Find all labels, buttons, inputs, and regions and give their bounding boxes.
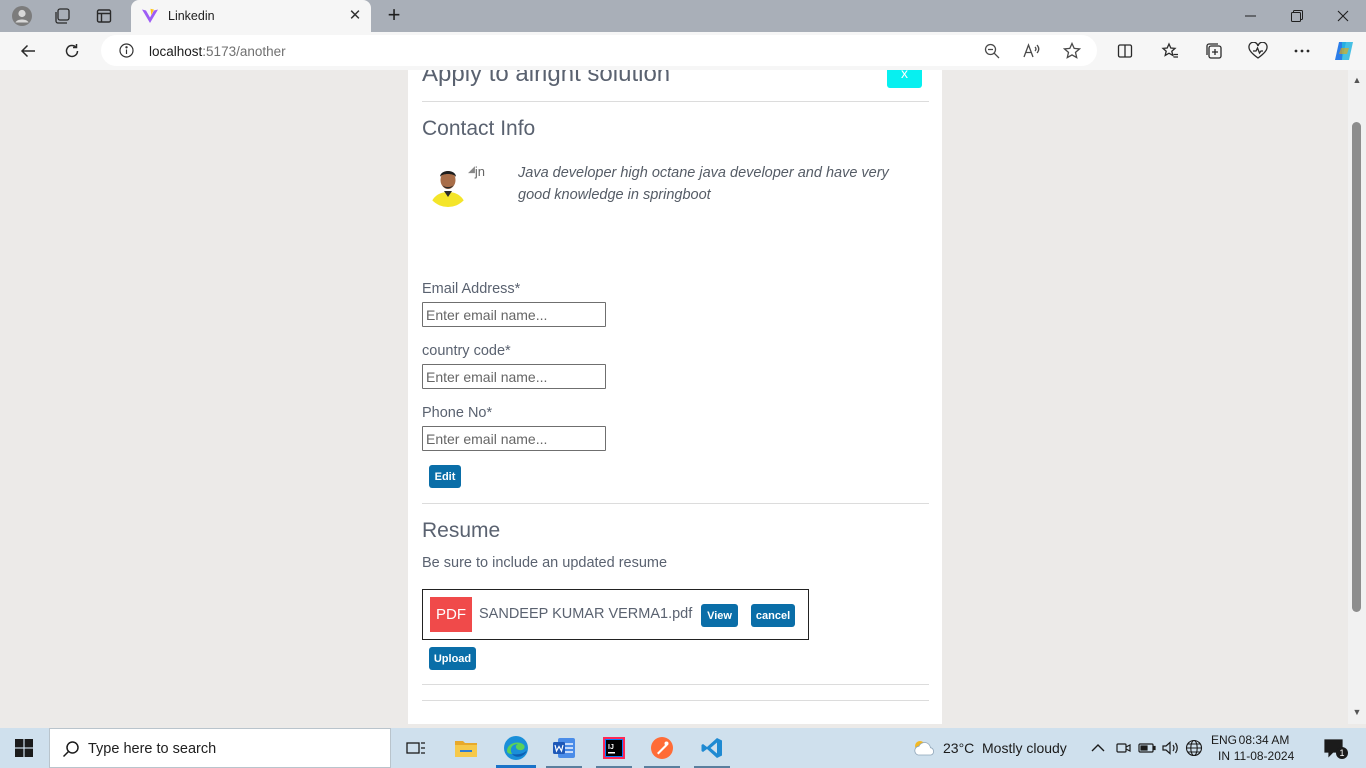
url-text: localhost:5173/another [149, 44, 286, 59]
divider [422, 700, 929, 701]
page-scrollbar[interactable]: ▲ ▼ [1348, 70, 1366, 724]
close-modal-button[interactable]: x [887, 70, 922, 88]
email-input[interactable] [422, 302, 606, 327]
resume-file-card: PDF SANDEEP KUMAR VERMA1.pdf View cancel [422, 589, 809, 640]
country-code-input[interactable] [422, 364, 606, 389]
volume-icon[interactable] [1160, 738, 1180, 758]
profile-avatar [426, 163, 470, 207]
edit-button[interactable]: Edit [429, 465, 461, 488]
minimize-icon[interactable] [1228, 0, 1274, 32]
tab-title: Linkedin [168, 9, 215, 23]
edge-browser-icon[interactable] [492, 728, 540, 768]
notification-count: 1 [1336, 747, 1348, 759]
restore-icon[interactable] [1274, 0, 1320, 32]
file-explorer-icon[interactable] [442, 728, 490, 768]
phone-input[interactable] [422, 426, 606, 451]
site-info-icon[interactable] [119, 43, 134, 58]
email-label: Email Address* [422, 281, 521, 297]
postman-icon[interactable] [638, 728, 686, 768]
favorite-star-icon[interactable] [1063, 42, 1081, 60]
modal-title: Apply to alright solution [422, 70, 671, 87]
divider [422, 684, 929, 685]
show-hidden-icons-chevron-icon[interactable] [1088, 738, 1108, 758]
broken-image-alt: ◢jn [468, 164, 486, 179]
url-path: :5173/another [202, 44, 286, 59]
browser-toolbar: localhost:5173/another [0, 32, 1366, 70]
back-icon[interactable] [14, 38, 42, 64]
favorites-icon[interactable] [1156, 38, 1184, 64]
weather-temp[interactable]: 23°C [943, 740, 974, 756]
upload-button[interactable]: Upload [429, 647, 476, 670]
zoom-out-icon[interactable] [983, 42, 1001, 60]
vscode-icon[interactable] [688, 728, 736, 768]
meet-now-icon[interactable] [1113, 738, 1133, 758]
search-icon [62, 740, 80, 758]
windows-start-icon[interactable] [0, 728, 48, 768]
battery-icon[interactable] [1137, 738, 1157, 758]
resume-heading: Resume [422, 519, 501, 542]
svg-text:IJ: IJ [608, 744, 614, 751]
refresh-icon[interactable] [58, 38, 86, 64]
copilot-icon[interactable] [1330, 38, 1358, 64]
intellij-idea-icon[interactable]: IJ [590, 728, 638, 768]
contact-info-heading: Contact Info [422, 117, 536, 140]
read-aloud-icon[interactable] [1023, 42, 1041, 60]
network-globe-icon[interactable] [1184, 738, 1204, 758]
address-bar[interactable]: localhost:5173/another [101, 35, 1097, 66]
taskbar-search[interactable]: Type here to search [49, 728, 391, 768]
broken-image-alt-text: jn [474, 164, 486, 179]
windows-taskbar: Type here to search IJ 23°C Mostly cloud… [0, 728, 1366, 768]
divider [422, 503, 929, 504]
split-screen-icon[interactable] [1111, 38, 1139, 64]
browser-tab-strip: Linkedin ✕ + [0, 0, 1366, 32]
scrollbar-thumb[interactable] [1352, 122, 1361, 612]
resume-hint: Be sure to include an updated resume [422, 555, 668, 571]
cancel-resume-button[interactable]: cancel [751, 604, 795, 627]
task-view-icon[interactable] [392, 728, 440, 768]
browser-essentials-icon[interactable] [1244, 38, 1272, 64]
workspaces-icon[interactable] [50, 4, 74, 28]
resume-file-name: SANDEEP KUMAR VERMA1.pdf [479, 606, 693, 622]
pdf-badge: PDF [430, 597, 472, 632]
clock-time: 08:34 AM [1238, 733, 1290, 747]
weather-cloudy-icon[interactable] [910, 736, 938, 760]
scroll-down-icon[interactable]: ▼ [1352, 708, 1362, 717]
scroll-up-icon[interactable]: ▲ [1352, 76, 1362, 85]
page-viewport: Apply to alright solution x Contact Info… [3, 70, 1348, 724]
close-tab-icon[interactable]: ✕ [347, 8, 363, 24]
search-placeholder: Type here to search [88, 741, 217, 757]
profile-icon[interactable] [10, 4, 34, 28]
profile-about-text: Java developer high octane java develope… [518, 165, 889, 203]
url-host: localhost [149, 44, 203, 59]
notifications-icon[interactable]: 1 [1322, 738, 1348, 759]
vite-favicon-icon [141, 8, 159, 24]
phone-label: Phone No* [422, 405, 493, 421]
collections-icon[interactable] [1200, 38, 1228, 64]
more-menu-icon[interactable] [1288, 38, 1316, 64]
divider [422, 101, 929, 102]
view-resume-button[interactable]: View [701, 604, 738, 627]
weather-description[interactable]: Mostly cloudy [982, 740, 1067, 756]
tab-actions-icon[interactable] [92, 4, 116, 28]
clock-date: 11-08-2024 [1233, 749, 1295, 763]
system-clock[interactable]: 08:34 AM 11-08-2024 [1232, 732, 1296, 764]
new-tab-icon[interactable]: + [382, 4, 406, 28]
close-window-icon[interactable] [1320, 0, 1366, 32]
apply-modal: Apply to alright solution x Contact Info… [408, 70, 942, 724]
word-icon[interactable] [540, 728, 588, 768]
country-code-label: country code* [422, 343, 511, 359]
tab-linkedin[interactable]: Linkedin ✕ [131, 0, 371, 32]
